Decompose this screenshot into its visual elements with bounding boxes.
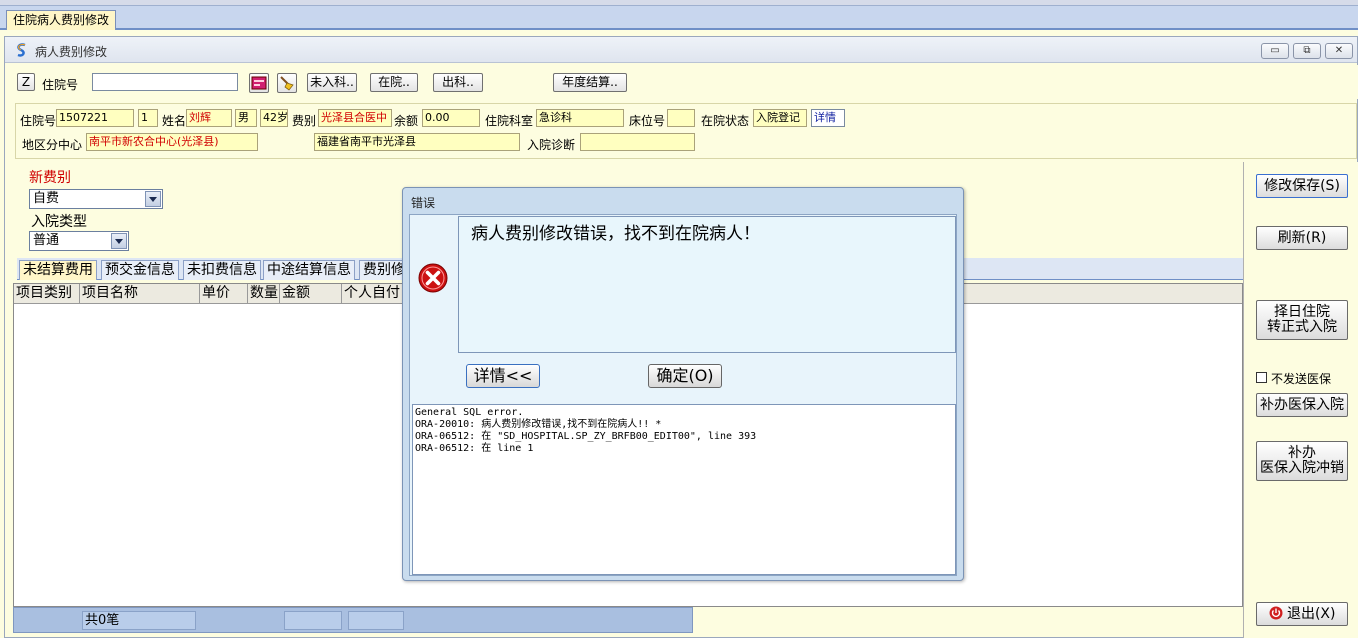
power-icon bbox=[1269, 606, 1283, 620]
card-icon bbox=[251, 76, 267, 90]
status-label: 在院状态 bbox=[701, 114, 750, 128]
col-item-name[interactable]: 项目名称 bbox=[80, 284, 200, 304]
error-detail-text[interactable]: General SQL error. ORA-20010: 病人费别修改错误,找… bbox=[412, 404, 956, 575]
tab-midway-settlement[interactable]: 中途结算信息 bbox=[263, 260, 355, 280]
chevron-down-icon[interactable] bbox=[111, 233, 127, 249]
chevron-down-icon[interactable] bbox=[145, 191, 161, 207]
balance-field: 0.00 bbox=[422, 109, 480, 127]
convert-admission-line1: 择日住院 bbox=[1274, 304, 1330, 320]
no-insurance-checkbox[interactable] bbox=[1256, 372, 1267, 383]
new-fee-type-label: 新费别 bbox=[29, 170, 71, 186]
name-field: 刘辉 bbox=[186, 109, 232, 127]
diagnosis-label: 入院诊断 bbox=[527, 138, 576, 152]
admit-type-select[interactable]: 普通 bbox=[29, 231, 129, 251]
restore-button[interactable]: ⧉ bbox=[1293, 43, 1321, 59]
balance-label: 余额 bbox=[394, 114, 419, 128]
bed-label: 床位号 bbox=[629, 114, 666, 128]
sex-field: 男 bbox=[235, 109, 257, 127]
record-count: 共0笔 bbox=[82, 611, 196, 630]
detail-link[interactable]: 详情 bbox=[811, 109, 845, 127]
discharged-button[interactable]: 出科.. bbox=[433, 73, 483, 92]
z-button[interactable]: Z bbox=[17, 73, 35, 91]
fee-type-field: 光泽县合医中 bbox=[318, 109, 392, 127]
document-tabbar: 住院病人费别修改 bbox=[0, 6, 1358, 30]
in-hospital-button[interactable]: 在院.. bbox=[370, 73, 418, 92]
error-message: 病人费别修改错误，找不到在院病人！ bbox=[458, 216, 956, 353]
supplement-cancel-line1: 补办 bbox=[1288, 445, 1316, 461]
diagnosis-field bbox=[580, 133, 695, 151]
card-reader-button[interactable] bbox=[249, 73, 269, 93]
status-field: 入院登记 bbox=[753, 109, 807, 127]
supplement-cancel-button[interactable]: 补办 医保入院冲销 bbox=[1256, 441, 1348, 481]
convert-admission-button[interactable]: 择日住院 转正式入院 bbox=[1256, 300, 1348, 340]
tab-unsettled-fees[interactable]: 未结算费用 bbox=[19, 260, 97, 280]
col-item-category[interactable]: 项目类别 bbox=[14, 284, 80, 304]
detail-toggle-button[interactable]: 详情<< bbox=[466, 364, 540, 388]
name-label: 姓名 bbox=[162, 114, 187, 128]
exit-button[interactable]: 退出(X) bbox=[1256, 602, 1348, 626]
zyh-search-input[interactable] bbox=[92, 73, 238, 91]
patient-info-panel: 住院号 1507221 1 姓名 刘辉 男 42岁 费别 光泽县合医中 余额 0… bbox=[15, 103, 1357, 159]
new-fee-type-value: 自费 bbox=[33, 191, 60, 206]
save-button[interactable]: 修改保存(S) bbox=[1256, 174, 1348, 198]
col-quantity[interactable]: 数量 bbox=[248, 284, 280, 304]
tab-prepayment-info[interactable]: 预交金信息 bbox=[101, 260, 179, 280]
supplement-admission-button[interactable]: 补办医保入院 bbox=[1256, 393, 1348, 417]
window-title: 病人费别修改 bbox=[35, 45, 108, 59]
admit-type-label: 入院类型 bbox=[31, 214, 87, 230]
new-fee-type-select[interactable]: 自费 bbox=[29, 189, 163, 209]
annual-settlement-button[interactable]: 年度结算.. bbox=[553, 73, 627, 92]
zyh-field: 1507221 bbox=[56, 109, 134, 127]
zyh-search-label: 住院号 bbox=[42, 78, 79, 92]
bed-field bbox=[667, 109, 695, 127]
grid-footer: 共0笔 bbox=[13, 607, 693, 633]
dialog-body: 病人费别修改错误，找不到在院病人！ 详情<< 确定(O) General SQL… bbox=[409, 214, 957, 576]
fee-type-label: 费别 bbox=[292, 114, 317, 128]
broom-icon bbox=[280, 76, 294, 91]
ok-button[interactable]: 确定(O) bbox=[648, 364, 722, 388]
address-field: 福建省南平市光泽县 bbox=[314, 133, 520, 151]
minimize-button[interactable]: ▭ bbox=[1261, 43, 1289, 59]
close-button[interactable]: ✕ bbox=[1325, 43, 1353, 59]
error-icon bbox=[418, 263, 448, 293]
clear-button[interactable] bbox=[277, 73, 297, 93]
error-dialog: 错误 病人费别修改错误，找不到在院病人！ 详情<< 确定(O) General … bbox=[402, 187, 964, 581]
dept-field: 急诊科 bbox=[536, 109, 624, 127]
convert-admission-line2: 转正式入院 bbox=[1267, 319, 1337, 335]
admit-type-value: 普通 bbox=[33, 233, 60, 248]
supplement-cancel-line2: 医保入院冲销 bbox=[1260, 460, 1344, 476]
app-logo-icon bbox=[17, 43, 26, 57]
admission-times-field: 1 bbox=[138, 109, 158, 127]
col-amount[interactable]: 金额 bbox=[280, 284, 342, 304]
zyh-label: 住院号 bbox=[20, 114, 57, 128]
region-label: 地区分中心 bbox=[22, 138, 83, 152]
footer-total-1 bbox=[284, 611, 342, 630]
action-panel: 修改保存(S) 刷新(R) 择日住院 转正式入院 不发送医保 补办医保入院 补办… bbox=[1243, 162, 1358, 638]
title-bar: 病人费别修改 ▭ ⧉ ✕ bbox=[5, 37, 1357, 63]
refresh-button[interactable]: 刷新(R) bbox=[1256, 226, 1348, 250]
col-self-pay[interactable]: 个人自付 bbox=[342, 284, 406, 304]
dialog-title: 错误 bbox=[411, 196, 436, 210]
footer-total-2 bbox=[348, 611, 404, 630]
region-field: 南平市新农合中心(光泽县) bbox=[86, 133, 258, 151]
not-admitted-button[interactable]: 未入科.. bbox=[307, 73, 357, 92]
col-unit-price[interactable]: 单价 bbox=[200, 284, 248, 304]
age-field: 42岁 bbox=[260, 109, 288, 127]
no-insurance-label: 不发送医保 bbox=[1271, 372, 1332, 386]
tab-patient-fee-type-edit[interactable]: 住院病人费别修改 bbox=[6, 10, 117, 30]
tab-undeducted-info[interactable]: 未扣费信息 bbox=[183, 260, 261, 280]
exit-label: 退出(X) bbox=[1286, 606, 1336, 622]
toolbar: Z 住院号 未入科.. 在院.. 出科.. 年度结算.. bbox=[5, 65, 1358, 99]
dept-label: 住院科室 bbox=[485, 114, 534, 128]
